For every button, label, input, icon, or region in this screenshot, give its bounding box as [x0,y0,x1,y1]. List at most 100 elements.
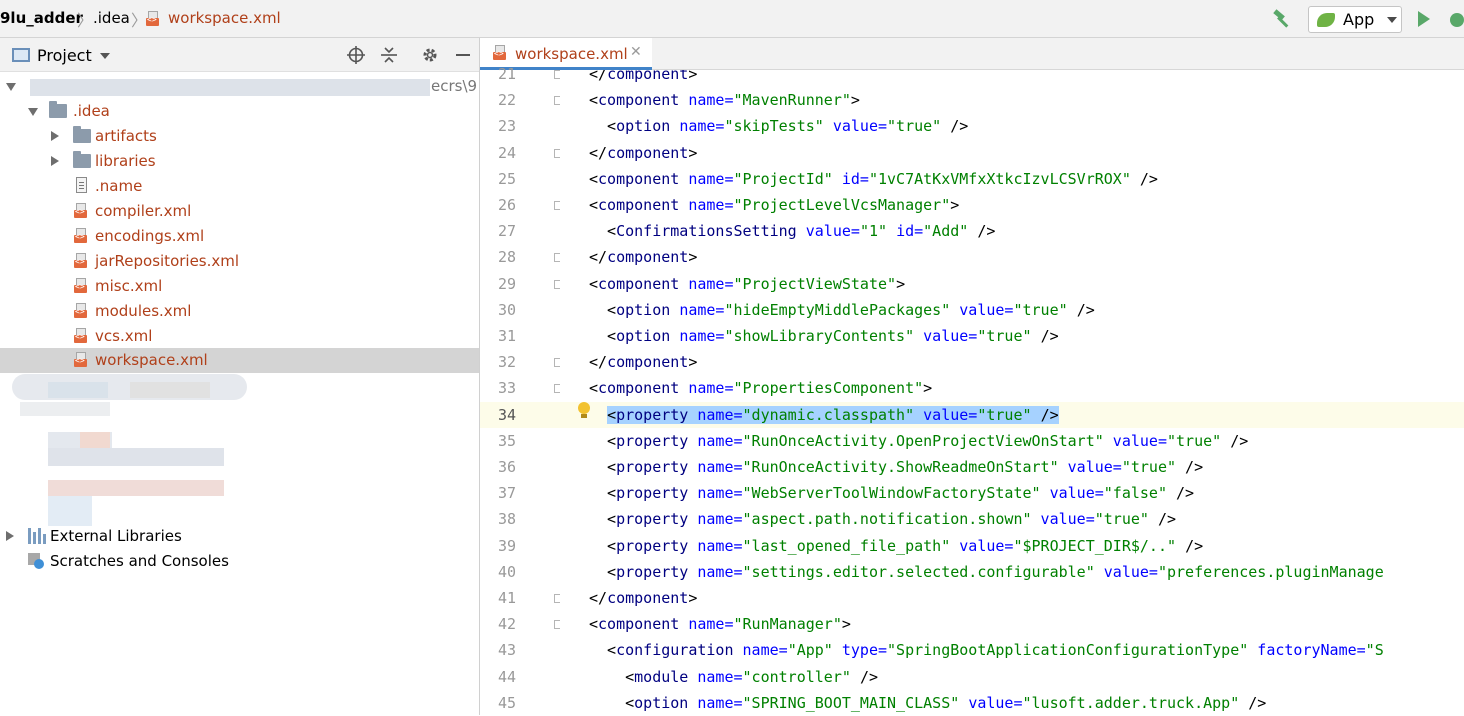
expand-arrow-icon[interactable] [6,83,16,91]
breadcrumb-separator: 〉 [77,11,94,30]
code-line: <ConfirmationsSetting value="1" id="Add"… [589,222,996,241]
code-editor[interactable]: </component> <component name="MavenRunner… [560,70,1464,715]
tree-item-label: External Libraries [50,527,182,545]
code-line: </component> [589,248,698,267]
tree-item-jarrepositories-xml[interactable]: jarRepositories.xml [0,249,479,274]
xml-file-icon [146,11,160,27]
tree-item-label: encodings.xml [95,227,205,245]
xml-file-icon [74,352,88,368]
tree-item-label: Scratches and Consoles [50,552,229,570]
tree-item-idea[interactable]: .idea [0,99,479,124]
tree-item-workspace-xml[interactable]: workspace.xml [0,348,479,373]
code-line: </component> [589,70,698,83]
gear-icon[interactable] [421,46,439,64]
code-line: <property name="dynamic.classpath" value… [607,405,1059,424]
code-line: </component> [589,353,698,372]
spring-boot-icon [1317,13,1335,27]
breadcrumb-project[interactable]: 9lu_adder [0,9,83,27]
collapsed-arrow-icon[interactable] [6,531,14,541]
project-panel-title[interactable]: Project [37,46,92,65]
tree-item-misc-xml[interactable]: misc.xml [0,274,479,299]
breadcrumb-file[interactable]: workspace.xml [168,9,281,27]
code-line: <configuration name="App" type="SpringBo… [589,641,1384,660]
tree-item-libraries[interactable]: libraries [0,149,479,174]
tree-item-modules-xml[interactable]: modules.xml [0,299,479,324]
line-number: 35 [497,431,516,450]
tree-item-compiler-xml[interactable]: compiler.xml [0,199,479,224]
line-number: 36 [497,458,516,476]
line-number: 24 [497,143,516,162]
tree-item-label: artifacts [95,127,157,145]
folder-icon [49,101,67,118]
line-number: 21 [497,65,516,83]
breadcrumb-folder[interactable]: .idea [93,9,130,27]
editor-tab-bar: workspace.xml ✕ [480,38,1464,70]
line-number: 27 [497,222,516,241]
tree-root-row[interactable]: ecrs\9 [0,74,479,99]
code-line: <property name="last_opened_file_path" v… [589,536,1204,555]
build-hammer-icon[interactable] [1272,9,1294,29]
xml-file-icon [74,203,88,219]
code-line: </component> [589,143,698,162]
collapse-all-icon[interactable] [380,46,398,64]
tree-item-artifacts[interactable]: artifacts [0,124,479,149]
tree-item-label: compiler.xml [95,202,192,220]
lightbulb-icon[interactable] [578,402,590,418]
code-line: <property name="aspect.path.notification… [589,510,1177,529]
tab-title: workspace.xml [515,45,628,63]
tree-item-label: jarRepositories.xml [95,252,240,270]
line-number: 37 [497,484,516,503]
code-line: <option name="skipTests" value="true" /> [589,117,969,136]
tree-item-scratches[interactable]: Scratches and Consoles [0,549,479,574]
chevron-down-icon[interactable] [100,53,110,59]
library-icon [28,528,46,544]
collapsed-arrow-icon[interactable] [51,156,59,166]
code-line: <property name="settings.editor.selected… [589,562,1384,581]
tree-item-label: libraries [95,152,156,170]
run-play-icon[interactable] [1418,11,1430,27]
xml-file-icon [74,228,88,244]
tree-item-name-file[interactable]: .name [0,174,479,199]
line-number: 25 [497,169,516,188]
tree-item-label: .idea [73,102,110,120]
folder-icon [73,151,91,168]
code-line: <component name="ProjectLevelVcsManager"… [589,196,960,214]
xml-file-icon [74,278,88,294]
tree-item-label: misc.xml [95,277,163,295]
line-number: 34 [497,405,516,424]
code-line: <module name="controller" /> [589,667,878,686]
line-number: 39 [497,536,516,555]
chevron-down-icon [1387,17,1397,23]
debug-bug-icon[interactable] [1450,10,1464,28]
locate-target-icon[interactable] [347,46,365,64]
code-line: </component> [589,589,698,607]
tree-item-label: modules.xml [95,302,192,320]
code-line: <component name="RunManager"> [589,615,851,634]
minimize-icon[interactable] [454,46,472,64]
tree-item-label: .name [95,177,143,195]
tree-item-encodings-xml[interactable]: encodings.xml [0,224,479,249]
code-line: <component name="ProjectViewState"> [589,274,906,293]
run-configuration-select[interactable]: App [1308,6,1402,33]
code-line: <option name="SPRING_BOOT_MAIN_CLASS" va… [589,693,1267,712]
close-icon[interactable]: ✕ [630,44,642,60]
tree-item-label: vcs.xml [95,327,153,345]
xml-file-icon [493,45,507,61]
code-line: <component name="ProjectId" id="1vC7AtKx… [589,169,1158,188]
tree-item-external-libraries[interactable]: External Libraries [0,524,479,549]
line-number: 31 [497,327,516,345]
expand-arrow-icon[interactable] [28,108,38,116]
line-number: 26 [497,196,516,214]
breadcrumb-separator: 〉 [131,11,148,30]
project-window-icon [12,48,30,62]
text-file-icon [76,177,87,193]
xml-file-icon [74,253,88,269]
line-number: 43 [497,641,516,660]
collapsed-arrow-icon[interactable] [51,131,59,141]
line-number: 41 [497,589,516,607]
code-line: <property name="WebServerToolWindowFacto… [589,484,1195,503]
line-number: 33 [497,379,516,398]
tree-item-vcs-xml[interactable]: vcs.xml [0,324,479,349]
folder-icon [73,126,91,143]
scratches-icon [28,553,44,569]
